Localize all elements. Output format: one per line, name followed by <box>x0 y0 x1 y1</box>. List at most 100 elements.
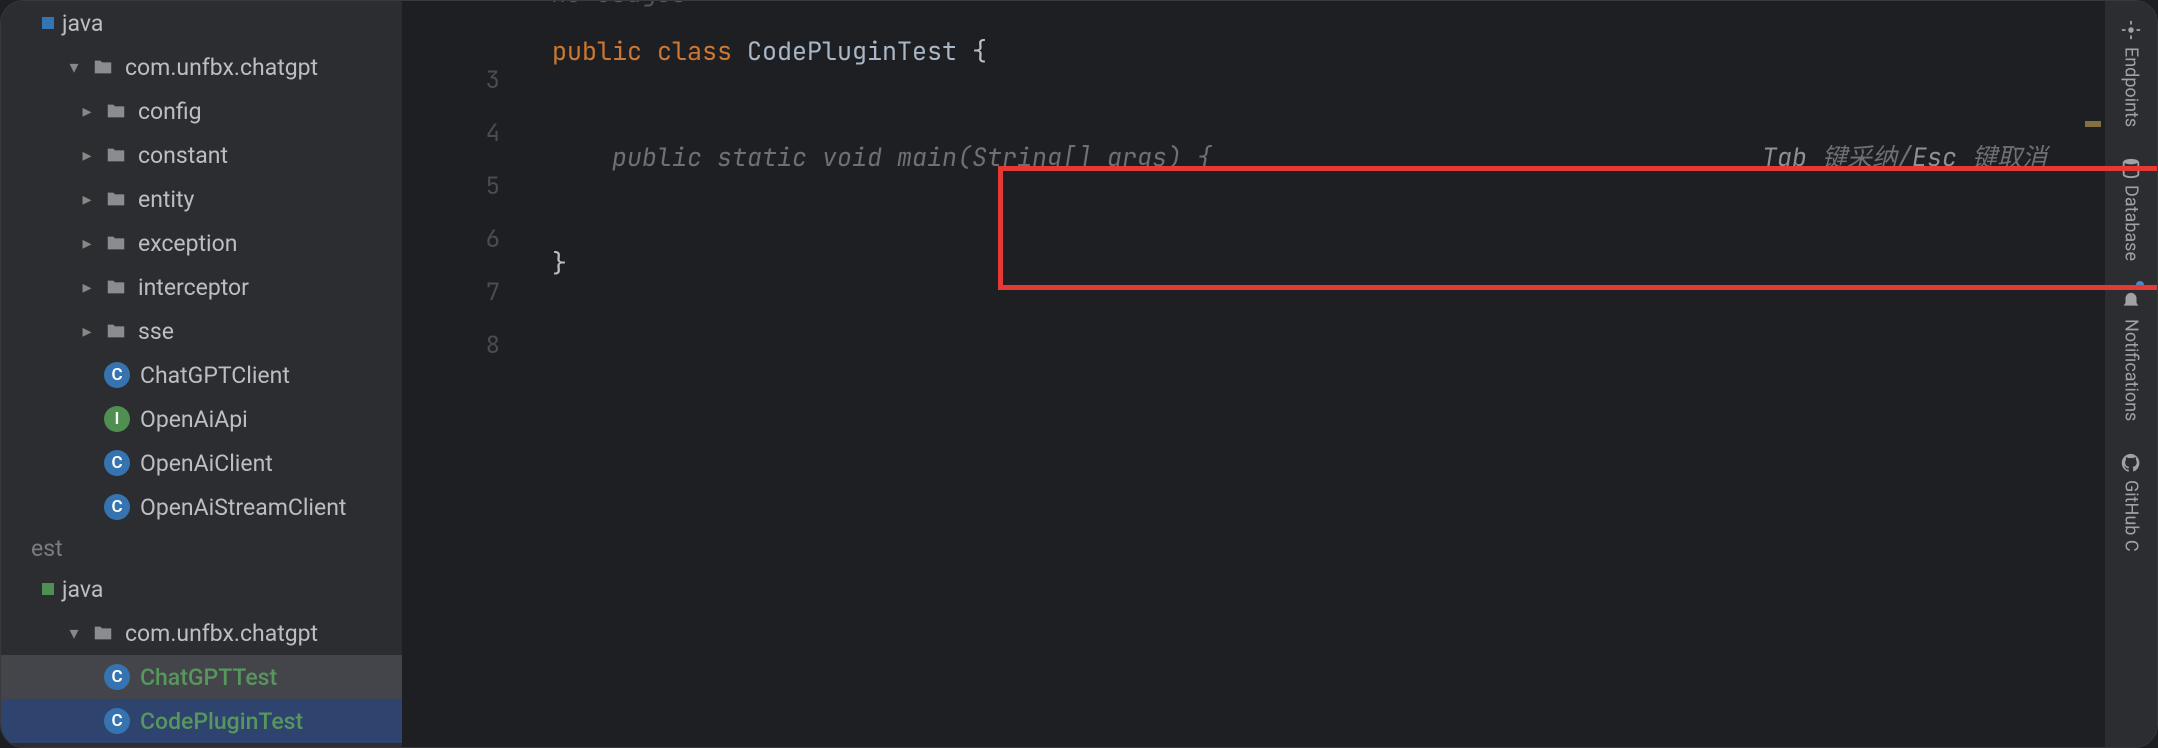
folder-sse[interactable]: sse <box>1 309 402 353</box>
chevron-right-icon[interactable] <box>76 320 98 342</box>
notification-dot-icon <box>2136 281 2144 289</box>
chevron-right-icon[interactable] <box>76 188 98 210</box>
tool-label: GitHub C <box>2121 480 2142 552</box>
line-number[interactable]: 6 <box>402 213 500 266</box>
test-package[interactable]: com.unfbx.chatgpt <box>1 611 402 655</box>
folder-icon <box>104 231 128 255</box>
line-number[interactable]: 5 <box>402 160 500 213</box>
class-icon: C <box>104 450 130 476</box>
line-number[interactable]: 7 <box>402 266 500 319</box>
class-icon: C <box>104 494 130 520</box>
project-tree[interactable]: java com.unfbx.chatgpt config constant e… <box>1 1 402 747</box>
code-line-5-suggestion[interactable]: public static void main(String[] args) {… <box>534 131 2087 184</box>
line-number[interactable]: 4 <box>402 107 500 160</box>
folder-label: sse <box>138 318 174 345</box>
tool-github[interactable]: GitHub C <box>2116 440 2146 564</box>
ai-code-suggestion: public static void main(String[] args) { <box>552 131 1212 184</box>
chevron-right-icon[interactable] <box>76 232 98 254</box>
code-line-8[interactable] <box>534 290 2087 343</box>
hint-esc-key: Esc <box>1912 131 1957 184</box>
folder-label: entity <box>138 186 194 213</box>
chevron-right-icon[interactable] <box>76 276 98 298</box>
class-icon: C <box>104 708 130 734</box>
test-root-java[interactable]: java <box>1 567 402 611</box>
chevron-down-icon[interactable] <box>63 56 85 78</box>
class-label: OpenAiClient <box>140 450 273 477</box>
folder-constant[interactable]: constant <box>1 133 402 177</box>
class-openaistreamclient[interactable]: C OpenAiStreamClient <box>1 485 402 529</box>
code-line-6[interactable] <box>534 184 2087 237</box>
folder-label: config <box>138 98 202 125</box>
package-icon <box>91 55 115 79</box>
folder-icon <box>104 143 128 167</box>
tool-endpoints[interactable]: Endpoints <box>2116 7 2146 139</box>
class-label: CodePluginTest <box>140 708 303 735</box>
class-name: CodePluginTest <box>747 25 972 78</box>
ide-window: java com.unfbx.chatgpt config constant e… <box>0 0 2158 748</box>
gutter-hint <box>402 1 500 54</box>
hint-accept: 键采纳/ <box>1807 131 1912 184</box>
package-main[interactable]: com.unfbx.chatgpt <box>1 45 402 89</box>
class-label: OpenAiApi <box>140 406 248 433</box>
class-openaiclient[interactable]: C OpenAiClient <box>1 441 402 485</box>
right-tool-strip: Endpoints Database Notifications GitHub … <box>2105 1 2157 747</box>
code-line-3[interactable]: public class CodePluginTest { <box>534 25 2087 78</box>
keyword-public: public <box>552 25 657 78</box>
folder-interceptor[interactable]: interceptor <box>1 265 402 309</box>
editor-scrollbar[interactable] <box>2087 1 2105 747</box>
folder-label: java <box>62 576 103 603</box>
interface-icon: I <box>104 406 130 432</box>
folder-exception[interactable]: exception <box>1 221 402 265</box>
class-icon: C <box>104 664 130 690</box>
folder-label: exception <box>138 230 237 257</box>
folder-config[interactable]: config <box>1 89 402 133</box>
folder-label: constant <box>138 142 228 169</box>
line-gutter: 3 4 5 6 7 8 <box>402 1 534 747</box>
class-label: OpenAiStreamClient <box>140 494 346 521</box>
chevron-right-icon[interactable] <box>76 100 98 122</box>
package-icon <box>91 621 115 645</box>
hint-cancel: 键取消 <box>1957 131 2087 184</box>
usages-hint: no usages <box>534 0 2087 13</box>
tool-label: Database <box>2121 185 2142 261</box>
hint-tab-key: Tab <box>1762 131 1807 184</box>
code-content[interactable]: no usages public class CodePluginTest { … <box>534 1 2087 747</box>
folder-icon <box>104 275 128 299</box>
folder-label: interceptor <box>138 274 249 301</box>
tool-database[interactable]: Database <box>2116 145 2146 273</box>
brace-open: { <box>972 25 987 78</box>
test-root-icon <box>42 583 54 595</box>
folder-entity[interactable]: entity <box>1 177 402 221</box>
class-chatgptclient[interactable]: C ChatGPTClient <box>1 353 402 397</box>
tool-notifications[interactable]: Notifications <box>2116 279 2146 433</box>
package-label: com.unfbx.chatgpt <box>125 620 318 647</box>
class-label: ChatGPTClient <box>140 362 290 389</box>
chevron-down-icon[interactable] <box>63 622 85 644</box>
code-line-7[interactable]: } <box>534 237 2087 290</box>
package-label: com.unfbx.chatgpt <box>125 54 318 81</box>
folder-icon <box>104 187 128 211</box>
class-icon: C <box>104 362 130 388</box>
endpoints-icon <box>2120 19 2142 41</box>
class-codeplugintest[interactable]: C CodePluginTest <box>1 699 402 743</box>
source-root-java[interactable]: java <box>1 1 402 45</box>
line-number[interactable]: 3 <box>402 54 500 107</box>
tool-label: Endpoints <box>2121 47 2142 127</box>
class-label: ChatGPTTest <box>140 664 277 691</box>
test-folder-truncated: est <box>1 529 402 567</box>
database-icon <box>2120 157 2142 179</box>
code-line-4[interactable] <box>534 78 2087 131</box>
interface-openaiapi[interactable]: I OpenAiApi <box>1 397 402 441</box>
tool-label: Notifications <box>2121 319 2142 421</box>
bell-icon <box>2120 291 2142 313</box>
source-root-icon <box>42 17 54 29</box>
chevron-right-icon[interactable] <box>76 144 98 166</box>
code-editor[interactable]: 3 4 5 6 7 8 no usages public class CodeP… <box>402 1 2105 747</box>
warning-marker[interactable] <box>2085 121 2101 127</box>
folder-label: java <box>62 10 103 37</box>
folder-icon <box>104 99 128 123</box>
class-chatgpttest[interactable]: C ChatGPTTest <box>1 655 402 699</box>
folder-icon <box>104 319 128 343</box>
github-icon <box>2120 452 2142 474</box>
line-number[interactable]: 8 <box>402 319 500 372</box>
